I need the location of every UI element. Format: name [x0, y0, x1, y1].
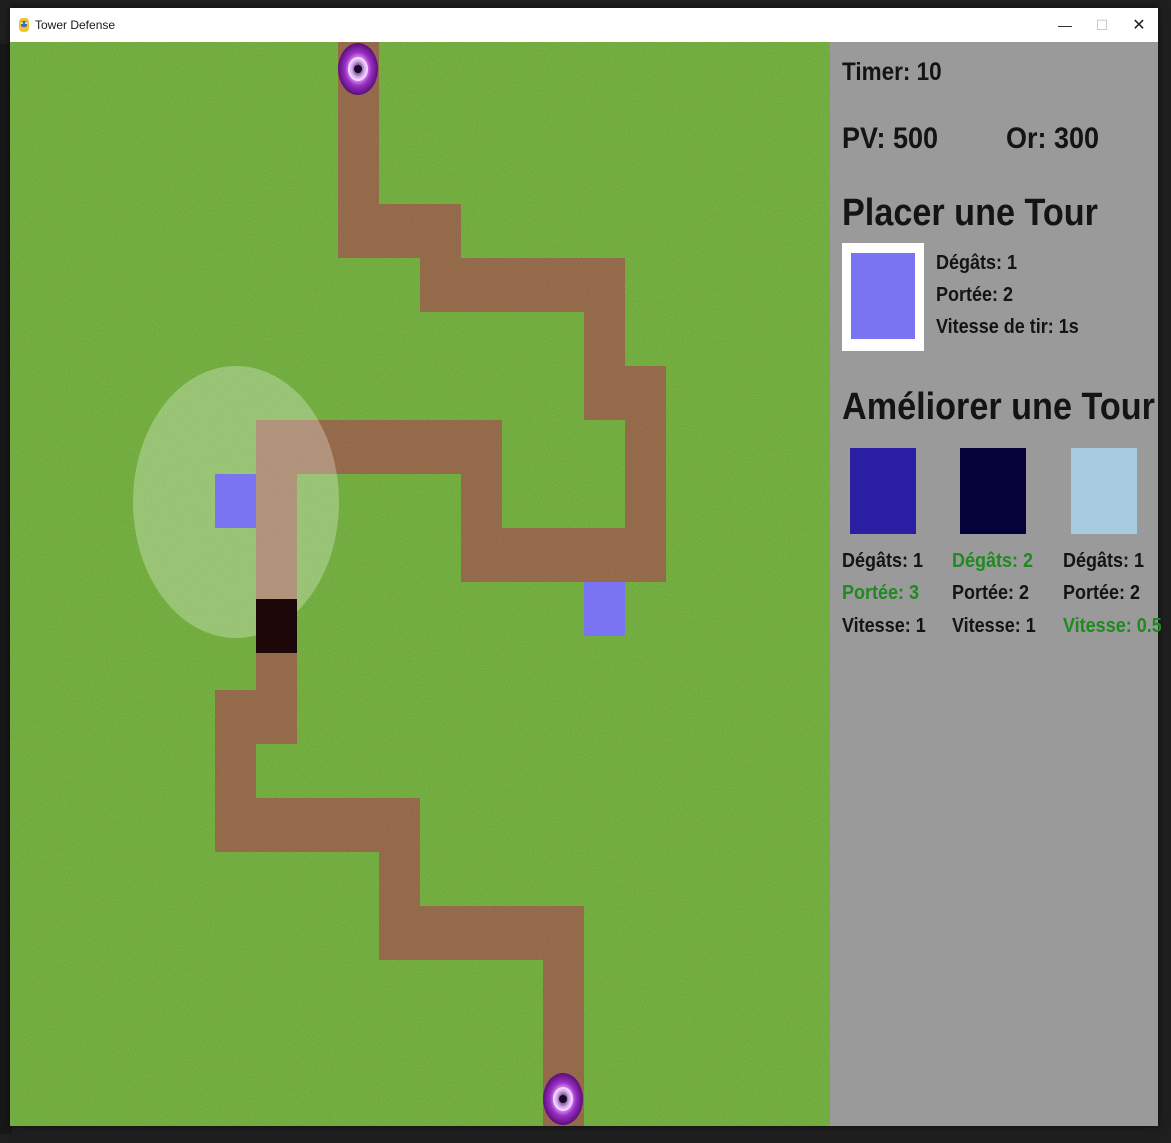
purple-portal-icon: [543, 1073, 583, 1125]
purple-portal-icon: [338, 43, 378, 95]
place-tower-button[interactable]: [842, 243, 924, 351]
place-tower-damage: Dégâts: 1: [936, 252, 1018, 274]
tower[interactable]: [584, 582, 625, 636]
upgrade-tower-title: Améliorer une Tour: [842, 386, 1155, 428]
gold-label: Or: 300: [1006, 122, 1100, 155]
game-window: Tower Defense — ☐ ✕ Timer: 10 PV: 500 Or…: [10, 8, 1162, 1126]
upgrade-3-range: Portée: 2: [1063, 582, 1141, 604]
place-tower-title: Placer une Tour: [842, 192, 1098, 234]
title-bar[interactable]: Tower Defense — ☐ ✕: [10, 8, 1158, 43]
upgrade-range-button[interactable]: [850, 448, 916, 534]
window-title: Tower Defense: [35, 18, 116, 32]
upgrade-1-range: Portée: 3: [842, 582, 920, 604]
health-points-label: PV: 500: [842, 122, 939, 155]
close-button[interactable]: ✕: [1120, 8, 1158, 42]
minimize-button[interactable]: —: [1046, 8, 1084, 42]
pygame-snake-icon: [19, 18, 29, 32]
game-board[interactable]: [10, 42, 830, 1126]
side-panel: Timer: 10 PV: 500 Or: 300 Placer une Tou…: [830, 42, 1162, 1126]
upgrade-1-damage: Dégâts: 1: [842, 550, 924, 572]
upgrade-damage-button[interactable]: [960, 448, 1026, 534]
upgrade-3-damage: Dégâts: 1: [1063, 550, 1145, 572]
place-tower-range: Portée: 2: [936, 284, 1014, 306]
upgrade-speed-button[interactable]: [1071, 448, 1137, 534]
enemy: [256, 599, 297, 653]
place-tower-fire-rate: Vitesse de tir: 1s: [936, 316, 1079, 338]
tower-preview-icon: [851, 253, 915, 339]
upgrade-2-range: Portée: 2: [952, 582, 1030, 604]
upgrade-3-speed: Vitesse: 0.5: [1063, 615, 1162, 637]
timer-label: Timer: 10: [842, 58, 942, 86]
maximize-button[interactable]: ☐: [1083, 8, 1121, 42]
tower[interactable]: [215, 474, 256, 528]
upgrade-1-speed: Vitesse: 1: [842, 615, 926, 637]
upgrade-2-damage: Dégâts: 2: [952, 550, 1034, 572]
upgrade-2-speed: Vitesse: 1: [952, 615, 1036, 637]
game-map[interactable]: [10, 42, 830, 1126]
